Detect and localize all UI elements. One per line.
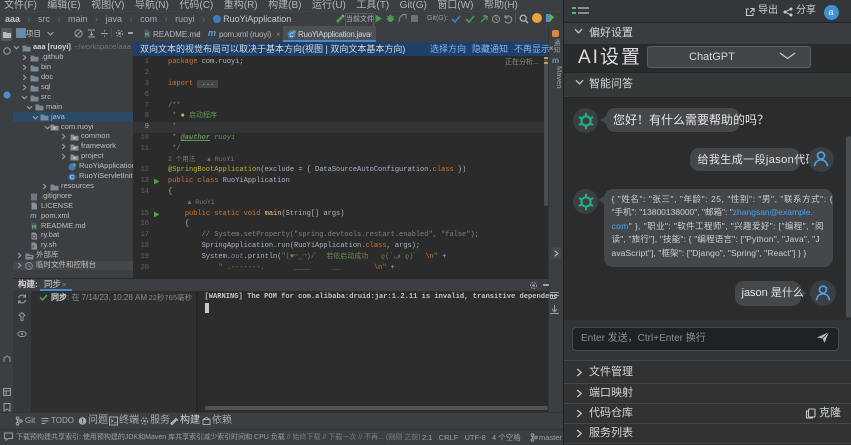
svg-text:C: C	[289, 33, 294, 39]
svg-text:C: C	[70, 175, 74, 181]
